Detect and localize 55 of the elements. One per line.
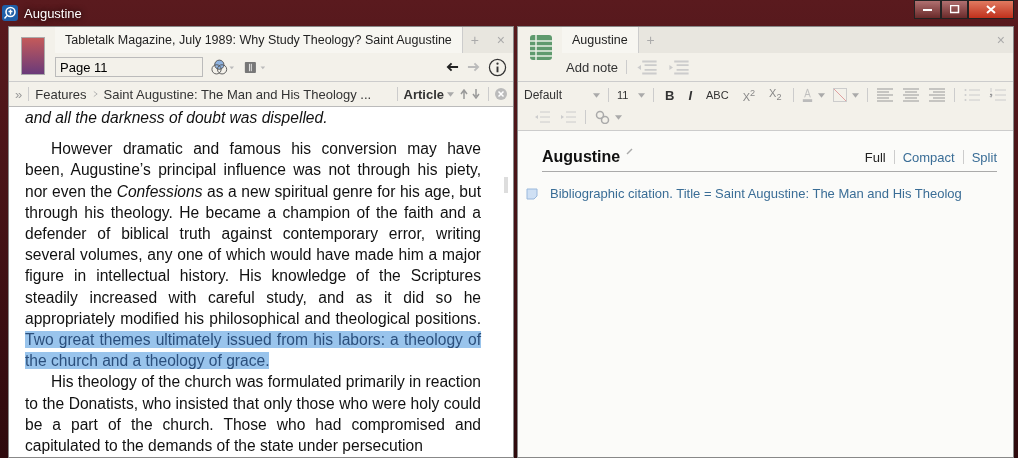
view-option-link[interactable]: Compact <box>902 149 955 165</box>
circles-icon[interactable] <box>211 58 235 76</box>
align-left-icon[interactable] <box>875 88 894 102</box>
caret-icon[interactable] <box>817 92 825 98</box>
page-field[interactable]: Page 11 <box>55 57 203 77</box>
link-icon[interactable] <box>594 110 610 124</box>
info-icon[interactable] <box>488 57 507 77</box>
add-note-button[interactable]: Add note <box>562 59 619 75</box>
caret-icon[interactable] <box>447 91 454 97</box>
section-dropdown[interactable]: Article <box>403 86 444 102</box>
caret-icon[interactable] <box>593 92 600 98</box>
breadcrumb-link[interactable]: Saint Augustine: The Man and His Theology ... <box>103 86 372 102</box>
window-title: Augustine <box>24 5 82 21</box>
note-link[interactable]: Bibliographic citation. Title = Saint Augustine: The Man and His Theolog <box>550 186 962 201</box>
view-option-link[interactable]: Full <box>864 149 886 165</box>
bold-button[interactable]: B <box>662 87 678 103</box>
bullet-list-icon[interactable] <box>962 88 981 102</box>
paragraph: His theology of the church was formulated primarily in reaction to the Donatists, who insisted that only those who were holy could be a part of the church. Those who had compromised and capitulated to the demands of the state under persecution <box>25 372 481 457</box>
document-tab[interactable]: Tabletalk Magazine, July 1989: Why Study Theology? Saint Augustine <box>55 27 463 53</box>
document-tab[interactable]: Augustine <box>562 27 639 53</box>
close-icon <box>986 5 996 14</box>
notebook-title[interactable]: Augustine <box>542 148 621 166</box>
increase-indent-icon[interactable] <box>559 110 577 124</box>
numbered-list-icon[interactable] <box>988 88 1007 102</box>
app-logo-icon <box>2 5 18 21</box>
back-arrow-icon[interactable] <box>446 62 459 72</box>
up-down-arrows-icon[interactable] <box>460 89 482 99</box>
align-center-icon[interactable] <box>901 88 920 102</box>
decrease-indent-icon[interactable] <box>533 110 551 124</box>
chevron-icon <box>92 90 98 98</box>
caret-icon[interactable] <box>638 92 645 98</box>
indent-icon[interactable] <box>667 58 692 76</box>
book-cover-thumbnail[interactable] <box>21 37 45 75</box>
align-right-icon[interactable] <box>927 88 946 102</box>
view-option-link[interactable]: Split <box>971 149 997 165</box>
caret-icon[interactable] <box>851 92 859 98</box>
maximize-button[interactable] <box>941 0 968 19</box>
caret-icon[interactable] <box>615 114 622 120</box>
paragraph: However dramatic and famous his conversion may have been, Augustine’s principal influence was not through his piety, nor even the Confessions as a new spiritual genre for his age, but through his theology. He became a champion of the faith and a defender of biblical truth against contemporary error, writing several volumes, any one of which would have made him a major figure in intellectual history. His knowledge of the Scriptures steadily increased with careful study, and as it did so he appropriately modified his philosophical and theological positions. Two great themes ultimately issued from his labors: a theology of the church and a theology of grace. <box>25 139 481 372</box>
font-size-dropdown[interactable]: 11 <box>617 89 633 101</box>
breadcrumb-link[interactable]: Features <box>35 86 87 102</box>
small-caps-button[interactable]: ABC <box>703 89 732 101</box>
minimize-button[interactable] <box>914 0 941 19</box>
pencil-icon[interactable] <box>626 147 635 155</box>
quotation: and all the darkness of doubt was dispelled. <box>25 108 329 128</box>
outdent-icon[interactable] <box>635 58 660 76</box>
close-icon[interactable] <box>495 88 507 100</box>
style-dropdown[interactable]: Default <box>524 88 588 102</box>
close-button[interactable] <box>968 0 1014 19</box>
maximize-icon <box>949 5 960 14</box>
note-icon <box>526 187 538 200</box>
font-color-icon[interactable] <box>801 88 813 102</box>
forward-arrow-icon[interactable] <box>467 62 480 72</box>
italic-button[interactable]: I <box>685 87 695 103</box>
highlight-color-icon[interactable] <box>832 88 847 102</box>
